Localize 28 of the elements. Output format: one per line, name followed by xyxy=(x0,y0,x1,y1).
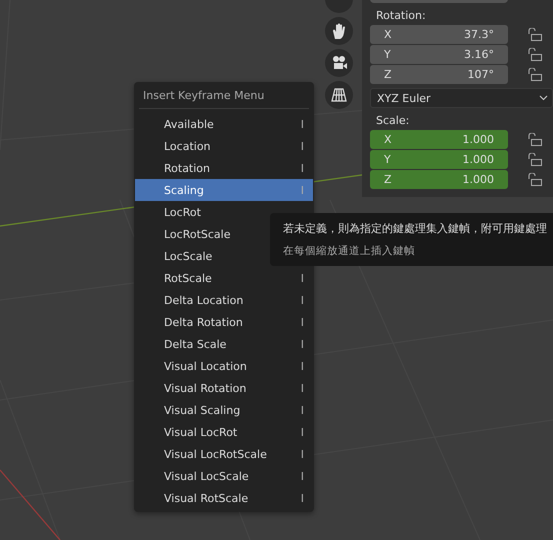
section-label: Rotation: xyxy=(375,8,427,24)
menu-item[interactable]: Delta Location I xyxy=(135,289,313,311)
menu-item[interactable]: Visual LocRotScale I xyxy=(135,443,313,465)
menu-item[interactable]: RotScale I xyxy=(135,267,313,289)
menu-item[interactable]: Location I xyxy=(135,135,313,157)
menu-item[interactable]: Visual LocRot I xyxy=(135,421,313,443)
menu-item[interactable]: Scaling I xyxy=(135,179,313,201)
number-field[interactable]: Z 107° xyxy=(370,65,508,84)
number-field[interactable]: Z 1.000 xyxy=(370,170,508,189)
number-field[interactable]: Y 3.16° xyxy=(370,45,508,64)
menu-title: Insert Keyframe Menu xyxy=(142,88,266,104)
tooltip-text: 若未定義，則為指定的鍵處理集入鍵幀，附可用鍵處理 xyxy=(283,222,548,237)
menu-item[interactable]: Rotation I xyxy=(135,157,313,179)
menu-item[interactable]: Visual RotScale I xyxy=(135,487,313,509)
number-field[interactable]: Y 1.000 xyxy=(370,150,508,169)
tooltip-text: 在每個縮放通道上插入鍵幀 xyxy=(283,244,416,259)
menu-item[interactable]: Available I xyxy=(135,113,313,135)
menu-item[interactable]: Visual Rotation I xyxy=(135,377,313,399)
number-field[interactable]: X 1.000 xyxy=(370,130,508,149)
menu-item[interactable]: Visual LocScale I xyxy=(135,465,313,487)
menu-item[interactable]: Delta Scale I xyxy=(135,333,313,355)
menu-item[interactable]: Visual Location I xyxy=(135,355,313,377)
number-field[interactable]: X 37.3° xyxy=(370,25,508,44)
rotation-mode-dropdown[interactable]: XYZ Euler xyxy=(370,88,553,108)
menu-item[interactable]: Visual Scaling I xyxy=(135,399,313,421)
menu-item[interactable]: LocRot xyxy=(135,201,313,223)
section-label: Scale: xyxy=(375,113,410,129)
menu-item[interactable]: Delta Rotation I xyxy=(135,311,313,333)
